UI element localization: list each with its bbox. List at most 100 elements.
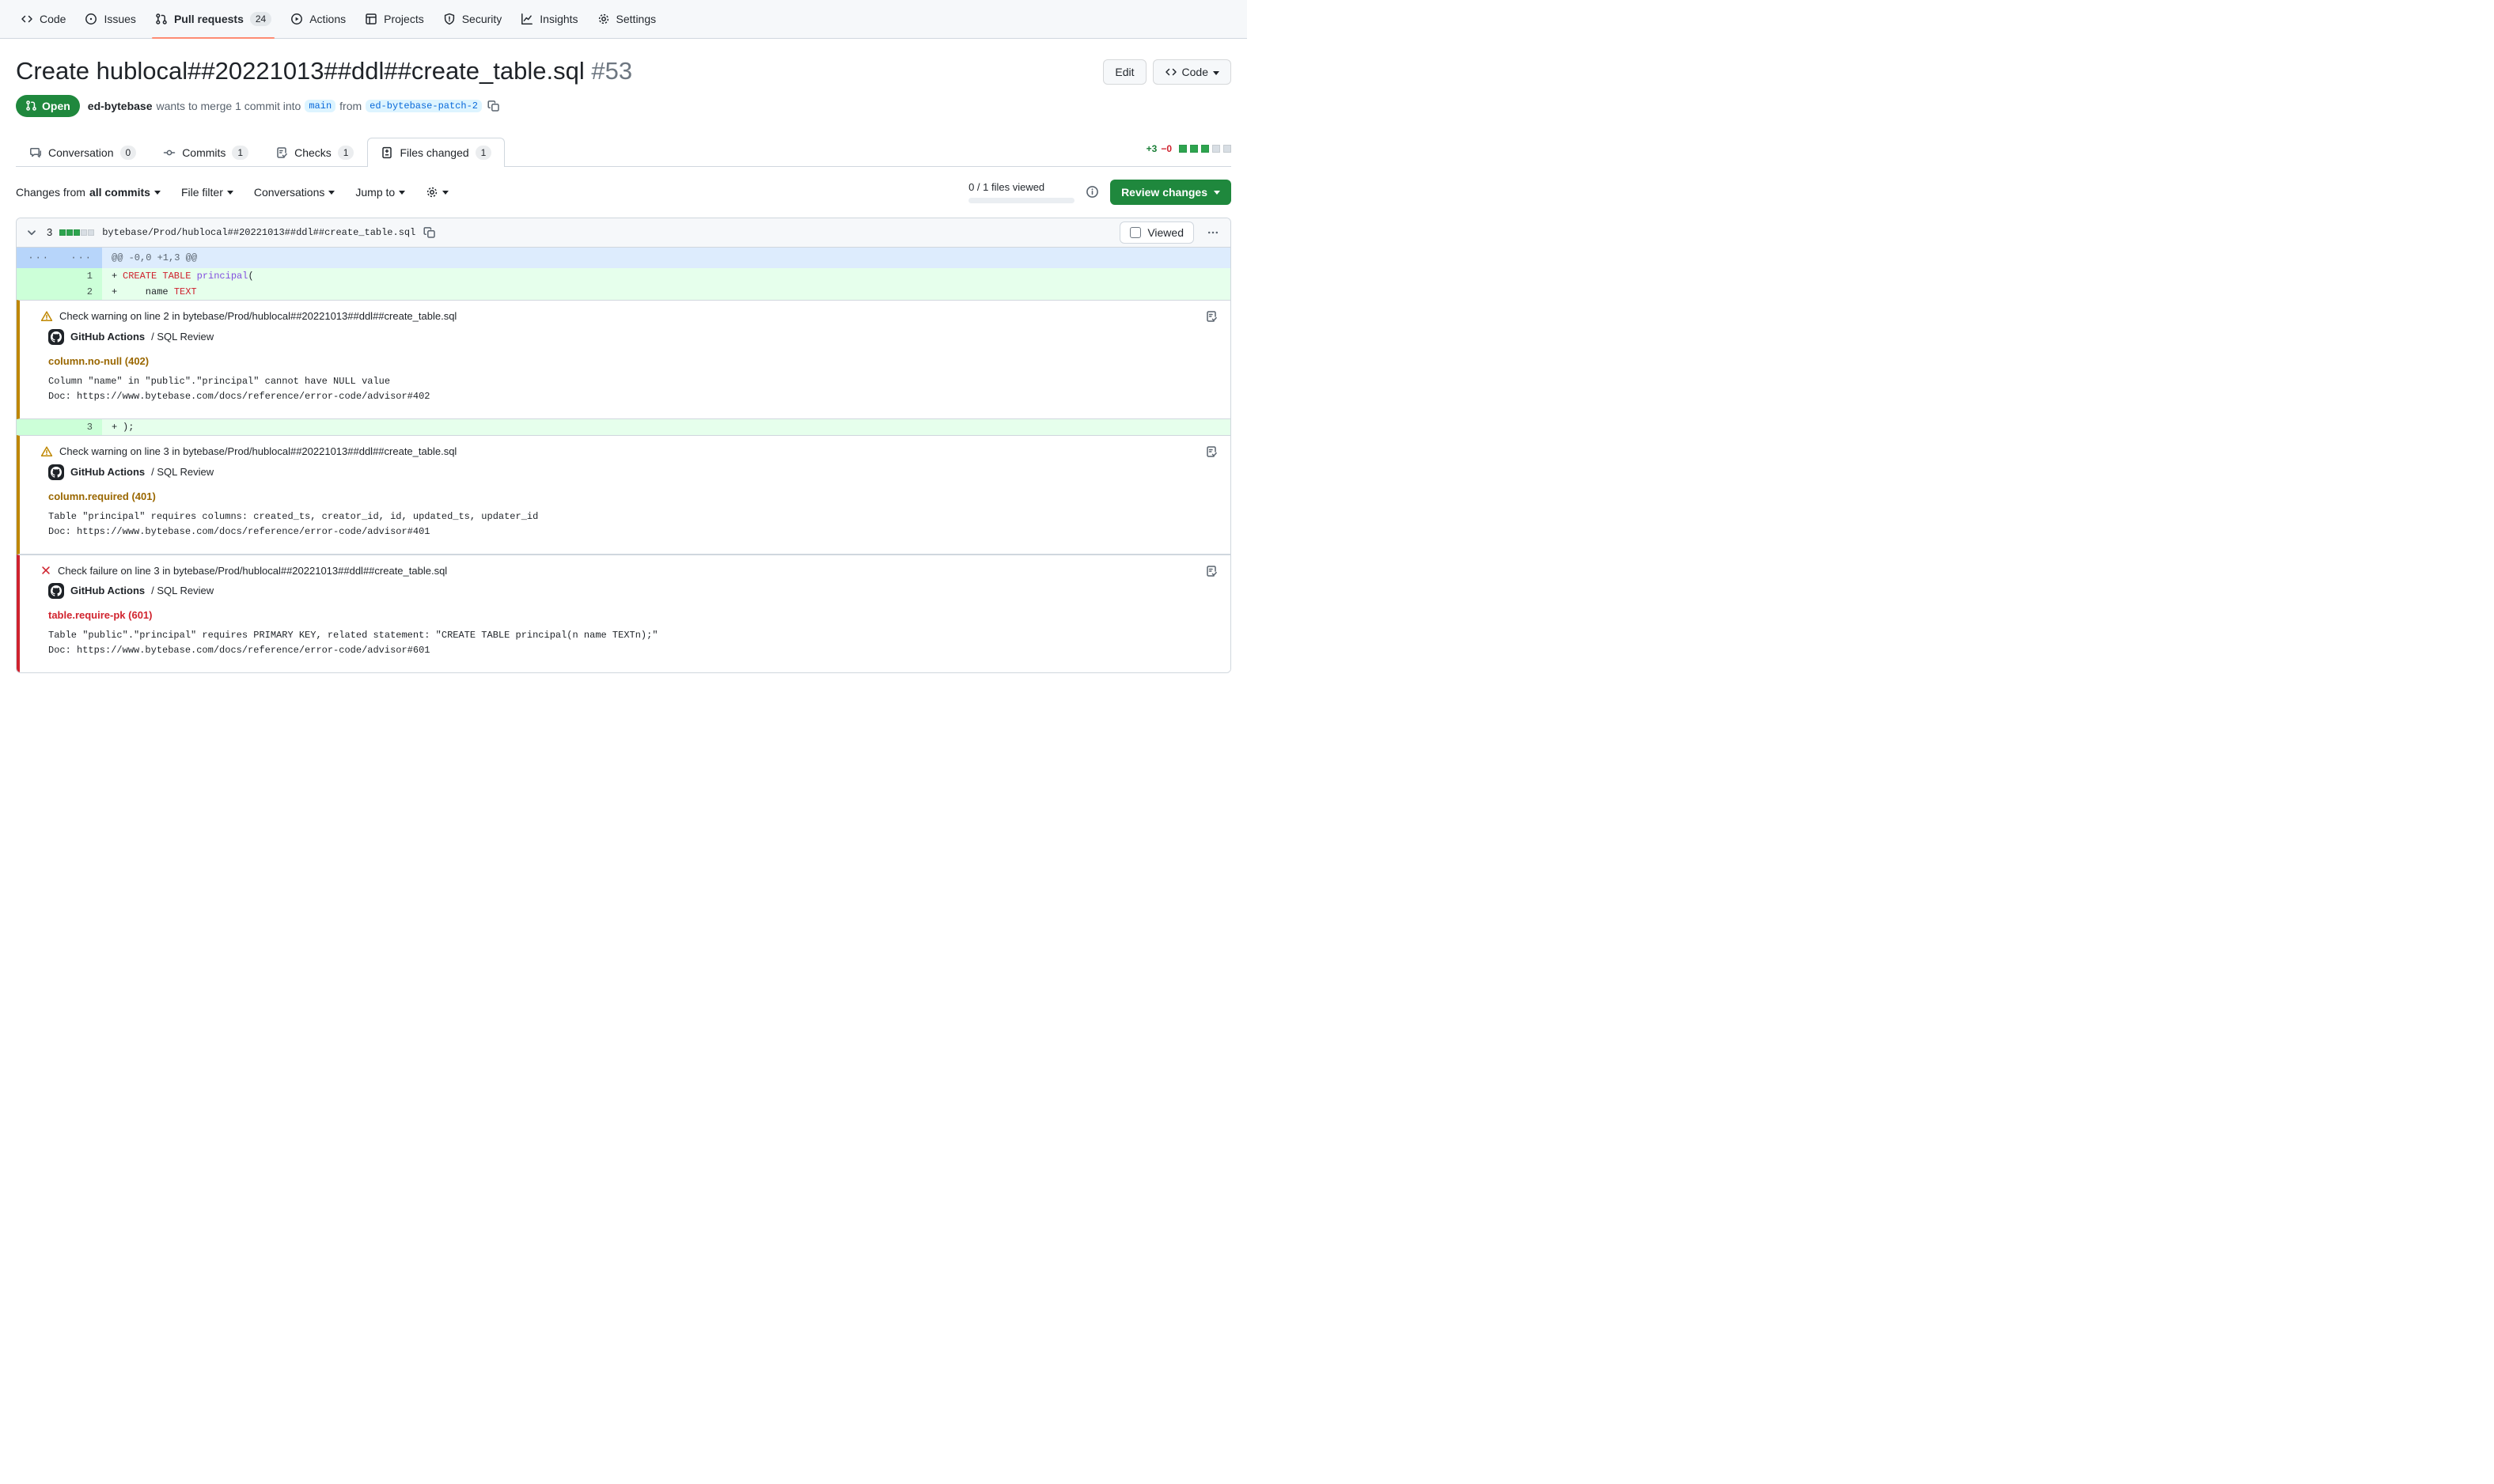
check-app-name[interactable]: GitHub Actions — [70, 585, 145, 596]
nav-item-code[interactable]: Code — [13, 0, 74, 38]
check-body: Column "name" in "public"."principal" ca… — [48, 374, 1218, 404]
diff-settings-dropdown[interactable] — [426, 186, 449, 199]
kebab-menu-icon[interactable] — [1202, 226, 1224, 239]
changes-from-value: all commits — [89, 186, 150, 199]
changes-from-dropdown[interactable]: Changes from all commits — [16, 186, 161, 199]
check-body-line: Doc: https://www.bytebase.com/docs/refer… — [48, 391, 430, 402]
edit-button-label: Edit — [1115, 66, 1134, 78]
tab-files-changed[interactable]: Files changed 1 — [367, 138, 505, 167]
check-run-icon[interactable] — [1205, 310, 1218, 323]
old-line-number[interactable] — [17, 419, 59, 435]
code-button[interactable]: Code — [1153, 59, 1231, 85]
check-body: Table "public"."principal" requires PRIM… — [48, 628, 1218, 658]
collapse-file-chevron-icon[interactable] — [23, 224, 40, 241]
nav-label: Actions — [309, 7, 346, 31]
diffstat-deletions: −0 — [1161, 143, 1172, 154]
base-branch-label[interactable]: main — [305, 100, 335, 112]
diffstat-block — [81, 229, 87, 236]
diffstat-block — [1201, 145, 1209, 153]
old-line-number[interactable] — [17, 268, 59, 284]
code-line[interactable]: +); — [102, 419, 1230, 435]
conversations-label: Conversations — [254, 186, 325, 199]
tab-count-badge: 1 — [476, 146, 492, 160]
check-body-line: Doc: https://www.bytebase.com/docs/refer… — [48, 645, 430, 656]
pull-request-icon — [25, 100, 37, 112]
nav-label: Projects — [384, 7, 424, 31]
pr-title-text: Create hublocal##20221013##ddl##create_t… — [16, 57, 585, 85]
check-run-icon[interactable] — [1205, 565, 1218, 577]
tab-conversation[interactable]: Conversation 0 — [16, 138, 150, 167]
check-title-text: Check failure on line 3 in bytebase/Prod… — [58, 565, 447, 577]
check-app-name[interactable]: GitHub Actions — [70, 331, 145, 343]
nav-item-pull-requests[interactable]: Pull requests 24 — [147, 0, 279, 38]
old-line-number[interactable] — [17, 284, 59, 300]
merge-description: ed-bytebase wants to merge 1 commit into… — [88, 100, 500, 112]
file-filter-label: File filter — [181, 186, 223, 199]
check-body-line: Table "public"."principal" requires PRIM… — [48, 630, 658, 641]
diffstat-block — [59, 229, 66, 236]
pr-number: #53 — [591, 57, 632, 85]
file-filter-dropdown[interactable]: File filter — [181, 186, 233, 199]
hunk-header-text: @@ -0,0 +1,3 @@ — [102, 248, 1230, 268]
chevron-down-icon — [442, 191, 449, 195]
viewed-toggle[interactable]: Viewed — [1120, 221, 1194, 244]
diffstat-block — [1223, 145, 1231, 153]
nav-item-actions[interactable]: Actions — [282, 0, 354, 38]
new-line-number[interactable]: 1 — [59, 268, 102, 284]
file-path[interactable]: bytebase/Prod/hublocal##20221013##ddl##c… — [102, 227, 415, 238]
nav-item-security[interactable]: Security — [435, 0, 510, 38]
pull-request-icon — [155, 13, 168, 25]
gear-icon — [426, 186, 438, 199]
viewed-checkbox[interactable] — [1130, 227, 1141, 238]
shield-icon — [443, 13, 456, 25]
project-table-icon — [365, 13, 377, 25]
pr-author[interactable]: ed-bytebase — [88, 100, 153, 112]
review-changes-button[interactable]: Review changes — [1110, 180, 1231, 205]
expand-hunk-button[interactable]: ··· — [59, 248, 102, 268]
nav-item-settings[interactable]: Settings — [589, 0, 665, 38]
new-line-number[interactable]: 3 — [59, 419, 102, 435]
check-body-line: Table "principal" requires columns: crea… — [48, 511, 538, 522]
diff-line-2: 2 + name TEXT — [17, 284, 1230, 300]
check-rule-heading: column.no-null (402) — [48, 355, 1218, 367]
code-line[interactable]: + name TEXT — [102, 284, 1230, 300]
nav-item-issues[interactable]: Issues — [77, 0, 143, 38]
check-body-line: Doc: https://www.bytebase.com/docs/refer… — [48, 526, 430, 537]
hunk-header-row: ··· ··· @@ -0,0 +1,3 @@ — [17, 248, 1230, 268]
check-context: / SQL Review — [151, 585, 214, 596]
info-icon[interactable] — [1086, 185, 1099, 199]
head-branch-label[interactable]: ed-bytebase-patch-2 — [366, 100, 482, 112]
files-viewed-progress: 0 / 1 files viewed — [968, 181, 1075, 203]
code-token: principal — [197, 271, 248, 282]
code-line[interactable]: +CREATE TABLE principal( — [102, 268, 1230, 284]
edit-button[interactable]: Edit — [1103, 59, 1146, 85]
chevron-down-icon — [399, 191, 405, 195]
check-body: Table "principal" requires columns: crea… — [48, 509, 1218, 539]
file-header: 3 bytebase/Prod/hublocal##20221013##ddl#… — [17, 218, 1230, 248]
code-token: ( — [248, 271, 253, 282]
repo-nav: Code Issues Pull requests 24 Actions Pro… — [0, 0, 1247, 39]
conversations-dropdown[interactable]: Conversations — [254, 186, 335, 199]
git-commit-icon — [163, 146, 176, 159]
merge-text: wants to merge 1 commit into — [156, 100, 301, 112]
tab-commits[interactable]: Commits 1 — [150, 138, 262, 167]
expand-hunk-button[interactable]: ··· — [17, 248, 59, 268]
tab-label: Commits — [182, 146, 226, 159]
status-badge: Open — [16, 95, 80, 117]
chevron-down-icon — [1214, 191, 1220, 195]
check-run-icon[interactable] — [1205, 445, 1218, 458]
check-title-text: Check warning on line 3 in bytebase/Prod… — [59, 445, 457, 457]
files-viewed-bar — [968, 198, 1075, 203]
pull-requests-count-badge: 24 — [250, 12, 271, 26]
code-token — [191, 271, 196, 282]
copy-file-path-icon[interactable] — [423, 226, 436, 239]
copy-branch-icon[interactable] — [487, 100, 500, 112]
nav-item-insights[interactable]: Insights — [513, 0, 586, 38]
new-line-number[interactable]: 2 — [59, 284, 102, 300]
nav-label: Insights — [540, 7, 578, 31]
jump-to-dropdown[interactable]: Jump to — [355, 186, 405, 199]
github-logo-icon — [48, 464, 64, 480]
check-app-name[interactable]: GitHub Actions — [70, 466, 145, 478]
nav-item-projects[interactable]: Projects — [357, 0, 432, 38]
tab-checks[interactable]: Checks 1 — [262, 138, 367, 167]
